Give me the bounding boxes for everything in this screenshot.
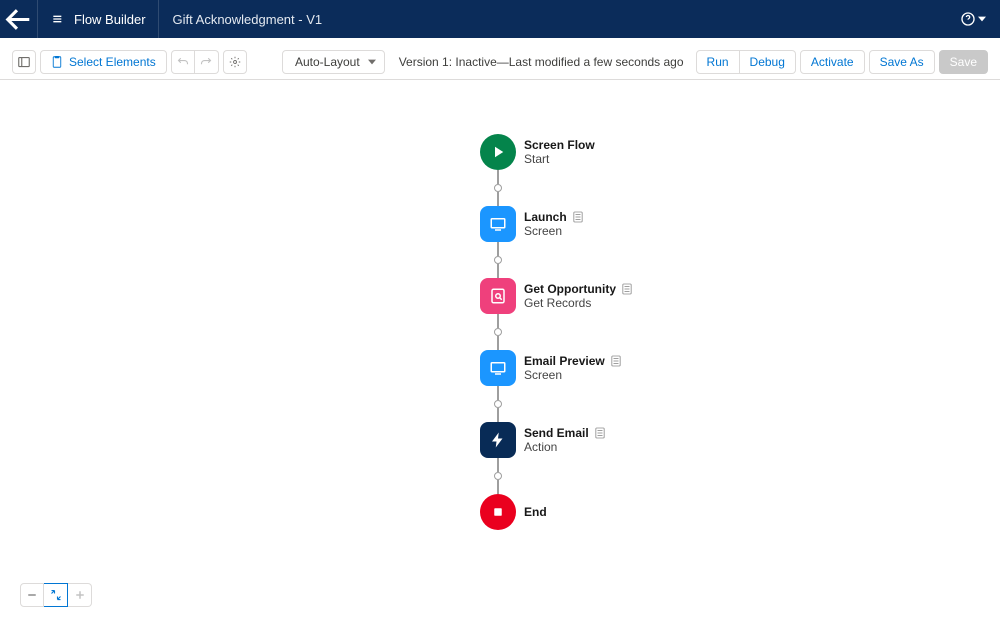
add-node-dot[interactable] [494,400,502,408]
node-subtitle: Screen [524,368,621,382]
node-title: End [524,505,547,519]
flow-name[interactable]: Gift Acknowledgment - V1 [159,12,323,27]
run-debug-group: Run Debug [696,50,796,74]
layout-select[interactable]: Auto-Layout [282,50,385,74]
chevron-down-icon [978,15,986,23]
node-subtitle: Screen [524,224,583,238]
node-subtitle: Get Records [524,296,632,310]
add-node-dot[interactable] [494,472,502,480]
node-email-preview[interactable]: Email Preview Screen [480,350,632,386]
back-button[interactable] [0,0,38,38]
connector[interactable] [480,170,516,206]
end-icon [480,494,516,530]
screen-icon [480,350,516,386]
node-launch[interactable]: Launch Screen [480,206,632,242]
top-bar: Flow Builder Gift Acknowledgment - V1 [0,0,1000,38]
save-button[interactable]: Save [939,50,988,74]
connector[interactable] [480,458,516,494]
undo-button[interactable] [171,50,195,74]
debug-button[interactable]: Debug [740,50,796,74]
zoom-in-button[interactable] [68,583,92,607]
settings-button[interactable] [223,50,247,74]
select-elements-label: Select Elements [69,55,156,69]
node-title: Screen Flow [524,138,595,152]
document-icon [622,283,632,295]
toggle-panel-button[interactable] [12,50,36,74]
save-as-button[interactable]: Save As [869,50,935,74]
canvas[interactable]: Screen Flow Start Launch Screen [0,80,1000,627]
status-text: Version 1: Inactive—Last modified a few … [399,55,684,69]
flow-diagram: Screen Flow Start Launch Screen [480,134,632,530]
screen-icon [480,206,516,242]
connector[interactable] [480,386,516,422]
add-node-dot[interactable] [494,256,502,264]
fit-to-screen-button[interactable] [44,583,68,607]
add-node-dot[interactable] [494,184,502,192]
layout-label: Auto-Layout [295,55,360,69]
action-icon [480,422,516,458]
activate-button[interactable]: Activate [800,50,865,74]
clipboard-icon [51,56,63,68]
run-button[interactable]: Run [696,50,740,74]
toolbar: Select Elements Auto-Layout Version 1: I… [0,44,1000,80]
arrow-left-icon [0,1,37,38]
zoom-out-button[interactable] [20,583,44,607]
node-title: Launch [524,210,567,224]
node-start[interactable]: Screen Flow Start [480,134,632,170]
node-end[interactable]: End [480,494,632,530]
document-icon [595,427,605,439]
node-subtitle: Action [524,440,605,454]
node-title: Get Opportunity [524,282,616,296]
zoom-controls [20,583,92,607]
node-title: Email Preview [524,354,605,368]
document-icon [611,355,621,367]
help-menu[interactable] [960,11,986,27]
node-send-email[interactable]: Send Email Action [480,422,632,458]
panel-icon [18,56,30,68]
start-icon [480,134,516,170]
gear-icon [229,56,241,68]
node-title: Send Email [524,426,589,440]
chevron-down-icon [368,59,376,65]
app-name: Flow Builder [74,12,146,27]
connector[interactable] [480,242,516,278]
select-elements-button[interactable]: Select Elements [40,50,167,74]
node-get-opportunity[interactable]: Get Opportunity Get Records [480,278,632,314]
redo-button[interactable] [195,50,219,74]
add-node-dot[interactable] [494,328,502,336]
undo-redo-group [171,50,219,74]
undo-icon [177,56,189,68]
app-brand: Flow Builder [38,0,159,38]
get-records-icon [480,278,516,314]
document-icon [573,211,583,223]
flow-builder-icon [50,11,66,27]
connector[interactable] [480,314,516,350]
redo-icon [200,56,212,68]
node-subtitle: Start [524,152,595,166]
help-icon [960,11,976,27]
